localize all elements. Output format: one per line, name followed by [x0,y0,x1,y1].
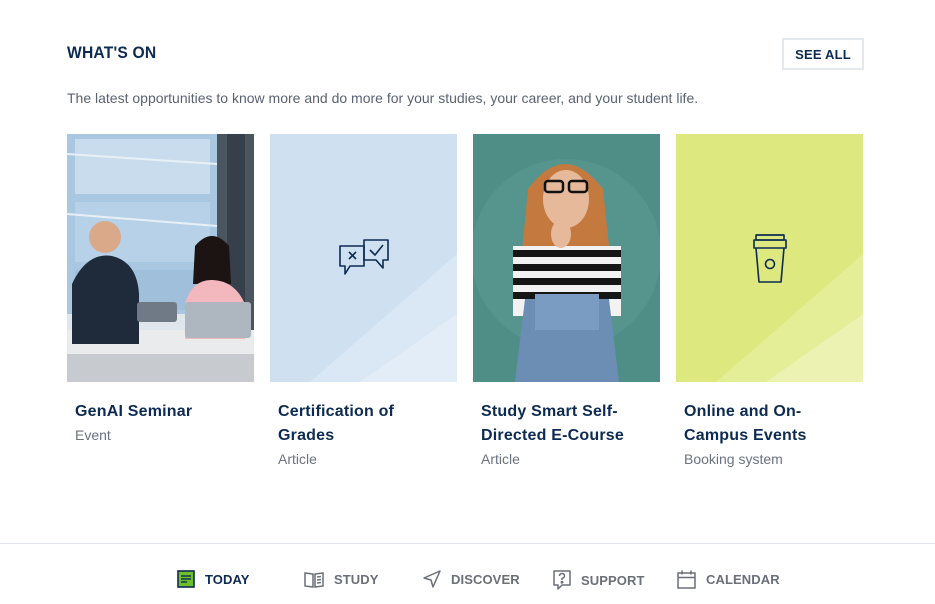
bottom-nav: TODAY STUDY DISCOVER SUPPORT CALENDAR [0,543,935,604]
card-title[interactable]: GenAI Seminar [67,400,254,424]
cards-list: GenAI Seminar Event Certification of Gra… [67,134,863,469]
nav-support[interactable]: SUPPORT [552,569,645,591]
book-icon [304,572,324,588]
nav-label: CALENDAR [706,572,780,587]
card-title[interactable]: Certification of Grades [270,400,457,448]
card-type: Article [481,451,520,467]
card-image-student-glasses [473,134,660,382]
navigation-arrow-icon [423,570,441,588]
card-genai-seminar[interactable]: GenAI Seminar Event [67,134,254,469]
section-subtitle: The latest opportunities to know more an… [67,90,699,106]
card-study-smart[interactable]: Study Smart Self-Directed E-Course Artic… [473,134,660,469]
card-title[interactable]: Online and On-Campus Events [676,400,863,448]
nav-label: DISCOVER [451,571,520,587]
card-image-people-laptops [67,134,254,382]
whats-on-heading: WHAT'S ON [67,43,157,62]
help-bubble-icon [553,570,571,590]
card-type: Article [278,451,317,467]
card-title[interactable]: Study Smart Self-Directed E-Course [473,400,660,448]
calendar-icon [677,570,696,589]
nav-calendar[interactable]: CALENDAR [676,569,780,590]
see-all-button[interactable]: SEE ALL [782,38,864,70]
nav-discover[interactable]: DISCOVER [422,569,520,589]
card-image-lime [676,134,863,382]
nav-label: TODAY [205,571,250,587]
note-icon [177,570,195,588]
nav-label: SUPPORT [581,572,645,588]
card-type: Booking system [684,451,783,467]
nav-label: STUDY [334,571,379,587]
nav-today[interactable]: TODAY [176,569,250,589]
nav-study[interactable]: STUDY [303,569,379,589]
card-online-events[interactable]: Online and On-Campus Events Booking syst… [676,134,863,469]
card-image-blue [270,134,457,382]
card-type: Event [75,427,111,443]
card-certification-of-grades[interactable]: Certification of Grades Article [270,134,457,469]
